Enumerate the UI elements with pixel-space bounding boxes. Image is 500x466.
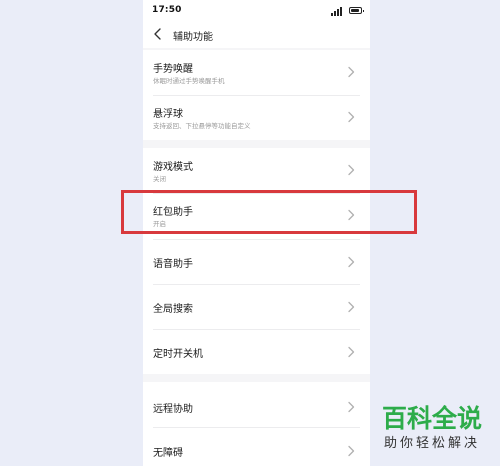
list-item-title: 游戏模式	[153, 162, 193, 173]
list-item-accessibility[interactable]: 无障碍	[143, 427, 370, 466]
list-item-title: 语音助手	[153, 259, 193, 270]
list-item-title: 无障碍	[153, 448, 183, 459]
chevron-right-icon	[348, 164, 355, 176]
list-item-title: 悬浮球	[153, 109, 183, 120]
settings-group-features: 游戏模式 关闭 红包助手 开启 语音助手 全局搜索 定时开关机	[143, 148, 370, 374]
list-item-title: 定时开关机	[153, 349, 203, 360]
chevron-right-icon	[348, 346, 355, 358]
chevron-left-icon[interactable]	[152, 27, 164, 41]
battery-level	[351, 9, 359, 12]
chevron-right-icon	[348, 301, 355, 313]
list-item-floating-ball[interactable]: 悬浮球 支持返回、下拉悬停等功能自定义	[143, 95, 370, 140]
battery-icon	[349, 7, 364, 14]
list-item-subtitle: 关闭	[153, 175, 166, 183]
list-item-remote-assist[interactable]: 远程协助	[143, 382, 370, 427]
signal-bars-icon	[331, 7, 342, 16]
list-item-voice-assistant[interactable]: 语音助手	[143, 239, 370, 284]
chevron-right-icon	[348, 66, 355, 78]
nav-bar: 辅助功能	[143, 22, 370, 48]
watermark-logo: 百科全说 助你轻松解决	[371, 404, 493, 460]
settings-group-remote: 远程协助 无障碍	[143, 382, 370, 466]
chevron-right-icon	[348, 256, 355, 268]
page-title: 辅助功能	[173, 32, 213, 43]
list-item-global-search[interactable]: 全局搜索	[143, 284, 370, 329]
list-item-gesture-wake[interactable]: 手势唤醒 休眠时通过手势唤醒手机	[143, 50, 370, 95]
watermark-sub-text: 助你轻松解决	[383, 436, 480, 451]
list-item-title: 全局搜索	[153, 304, 193, 315]
list-item-game-mode[interactable]: 游戏模式 关闭	[143, 148, 370, 193]
list-item-subtitle: 休眠时通过手势唤醒手机	[153, 77, 225, 85]
status-bar: 17:50	[143, 0, 370, 22]
list-item-subtitle: 支持返回、下拉悬停等功能自定义	[153, 122, 251, 130]
chevron-right-icon	[348, 401, 355, 413]
list-item-title: 手势唤醒	[153, 64, 193, 75]
highlight-annotation	[121, 190, 417, 234]
list-item-title: 远程协助	[153, 404, 193, 415]
watermark-main-text: 百科全说	[381, 404, 482, 433]
settings-group-gestures: 手势唤醒 休眠时通过手势唤醒手机 悬浮球 支持返回、下拉悬停等功能自定义	[143, 50, 370, 140]
chevron-right-icon	[348, 445, 355, 457]
list-item-scheduled-power[interactable]: 定时开关机	[143, 329, 370, 374]
chevron-right-icon	[348, 111, 355, 123]
status-time: 17:50	[152, 5, 182, 15]
